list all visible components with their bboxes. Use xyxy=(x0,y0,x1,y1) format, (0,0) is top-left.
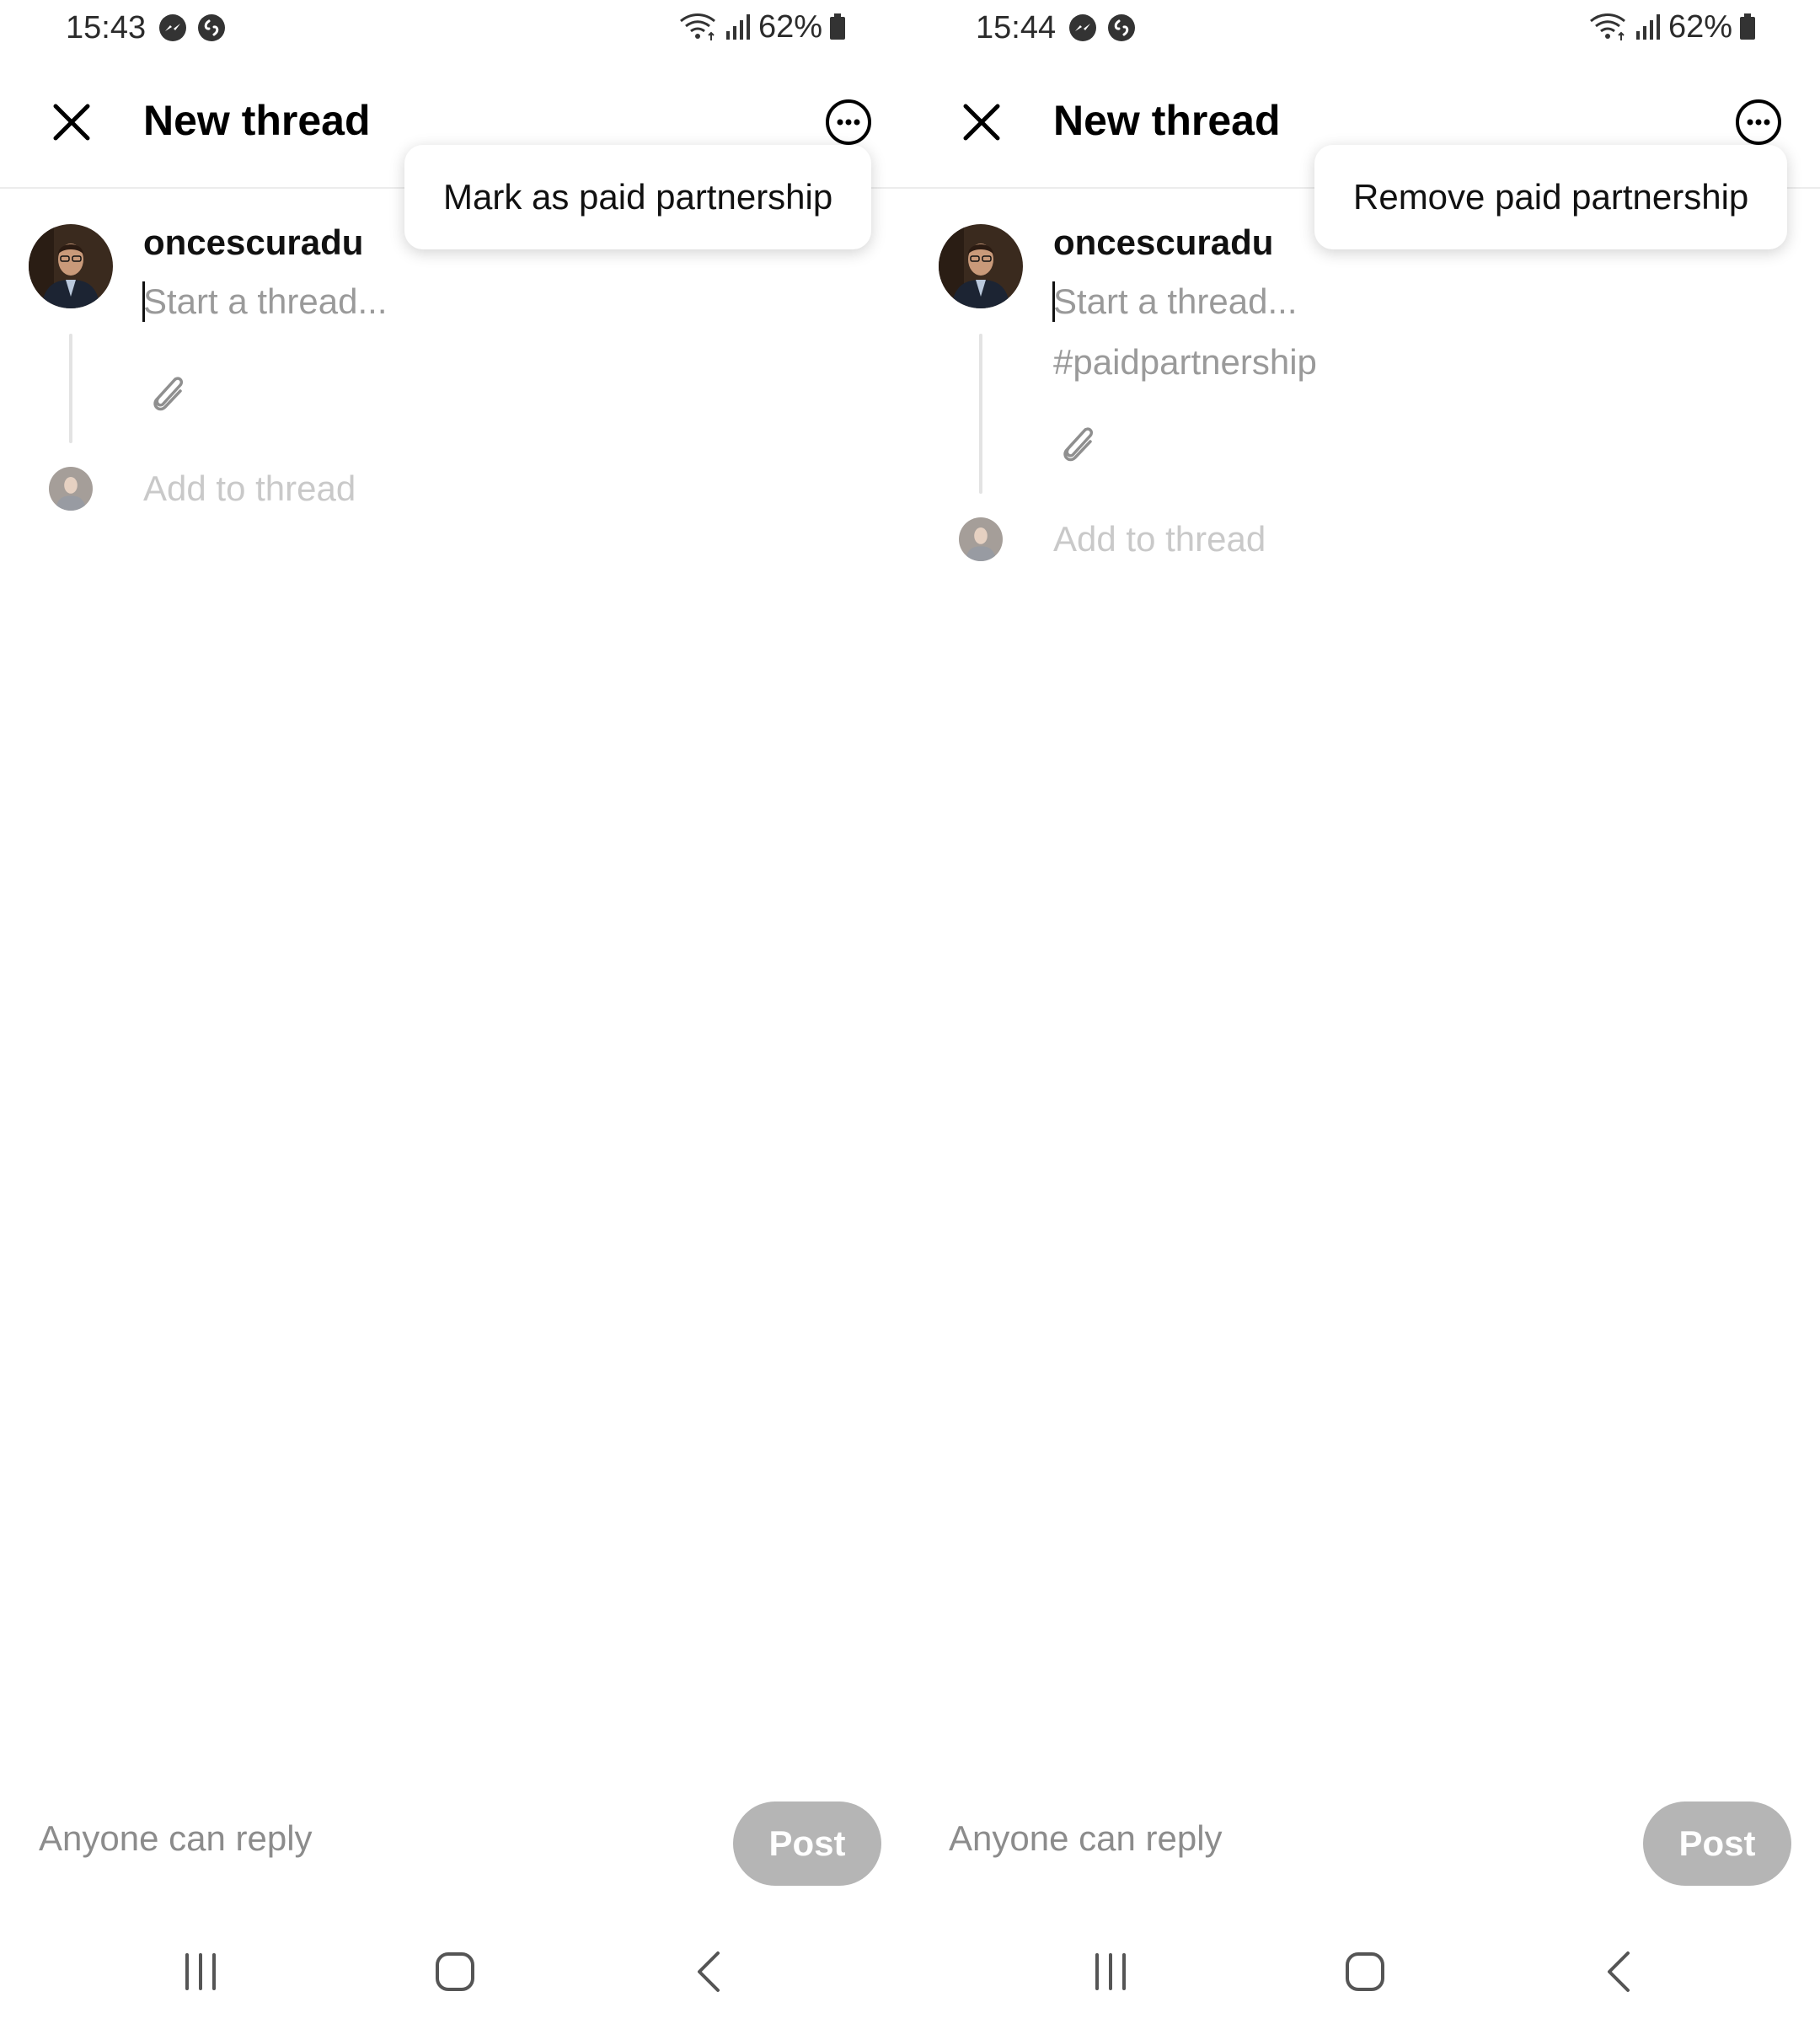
system-nav-bar xyxy=(0,1930,910,2005)
status-bar: 15:43 62% xyxy=(0,0,910,54)
home-icon[interactable] xyxy=(1340,1946,1390,1997)
wifi-icon xyxy=(679,13,715,40)
close-icon[interactable] xyxy=(959,99,1004,145)
profile-photo xyxy=(939,224,1023,308)
messenger-icon xyxy=(159,14,186,41)
add-thread-avatar xyxy=(959,517,1003,561)
username: oncescuradu xyxy=(143,222,364,262)
page-title: New thread xyxy=(143,97,371,144)
back-icon[interactable] xyxy=(1596,1946,1646,1997)
add-to-thread-button[interactable]: Add to thread xyxy=(143,468,356,509)
avatar[interactable] xyxy=(939,224,1023,308)
paid-partnership-hashtag: #paidpartnership xyxy=(1053,342,1317,382)
battery-icon xyxy=(830,13,845,40)
text-cursor xyxy=(142,281,145,322)
thread-text-input[interactable] xyxy=(1053,276,1643,327)
avatar[interactable] xyxy=(29,224,113,308)
shazam-icon xyxy=(1108,14,1135,41)
system-nav-bar xyxy=(910,1930,1820,2005)
battery-icon xyxy=(1740,13,1755,40)
text-cursor xyxy=(1052,281,1055,322)
more-options-icon[interactable] xyxy=(1734,98,1783,147)
signal-icon xyxy=(1635,14,1660,40)
thread-text-input[interactable] xyxy=(143,276,733,327)
recents-icon[interactable] xyxy=(175,1946,226,1997)
home-icon[interactable] xyxy=(430,1946,480,1997)
profile-photo xyxy=(29,224,113,308)
post-button[interactable]: Post xyxy=(733,1801,881,1886)
add-to-thread-button[interactable]: Add to thread xyxy=(1053,519,1266,559)
username: oncescuradu xyxy=(1053,222,1274,262)
screen-remove-paid-partnership: 15:44 62% New thread oncescuradu Start a… xyxy=(910,0,1820,2029)
menu-mark-paid-partnership[interactable]: Mark as paid partnership xyxy=(404,145,872,249)
signal-icon xyxy=(725,14,750,40)
status-time: 15:44 xyxy=(976,10,1057,46)
reply-setting-button[interactable]: Anyone can reply xyxy=(949,1818,1223,1859)
post-button[interactable]: Post xyxy=(1643,1801,1791,1886)
paperclip-icon[interactable] xyxy=(143,367,194,418)
battery-percent: 62% xyxy=(757,8,822,45)
page-title: New thread xyxy=(1053,97,1281,144)
recents-icon[interactable] xyxy=(1085,1946,1136,1997)
menu-remove-paid-partnership[interactable]: Remove paid partnership xyxy=(1314,145,1788,249)
reply-setting-button[interactable]: Anyone can reply xyxy=(39,1818,313,1859)
add-thread-avatar xyxy=(49,467,93,511)
profile-photo-small xyxy=(49,467,93,511)
profile-photo-small xyxy=(959,517,1003,561)
thread-line xyxy=(69,334,72,443)
shazam-icon xyxy=(198,14,225,41)
thread-line xyxy=(979,334,982,494)
status-bar: 15:44 62% xyxy=(910,0,1820,54)
battery-percent: 62% xyxy=(1667,8,1732,45)
wifi-icon xyxy=(1589,13,1625,40)
close-icon[interactable] xyxy=(49,99,94,145)
back-icon[interactable] xyxy=(686,1946,736,1997)
paperclip-icon[interactable] xyxy=(1053,418,1104,468)
status-time: 15:43 xyxy=(66,10,147,46)
messenger-icon xyxy=(1069,14,1096,41)
more-options-icon[interactable] xyxy=(824,98,873,147)
screen-mark-paid-partnership: 15:43 62% New thread oncescuradu Start a… xyxy=(0,0,910,2029)
